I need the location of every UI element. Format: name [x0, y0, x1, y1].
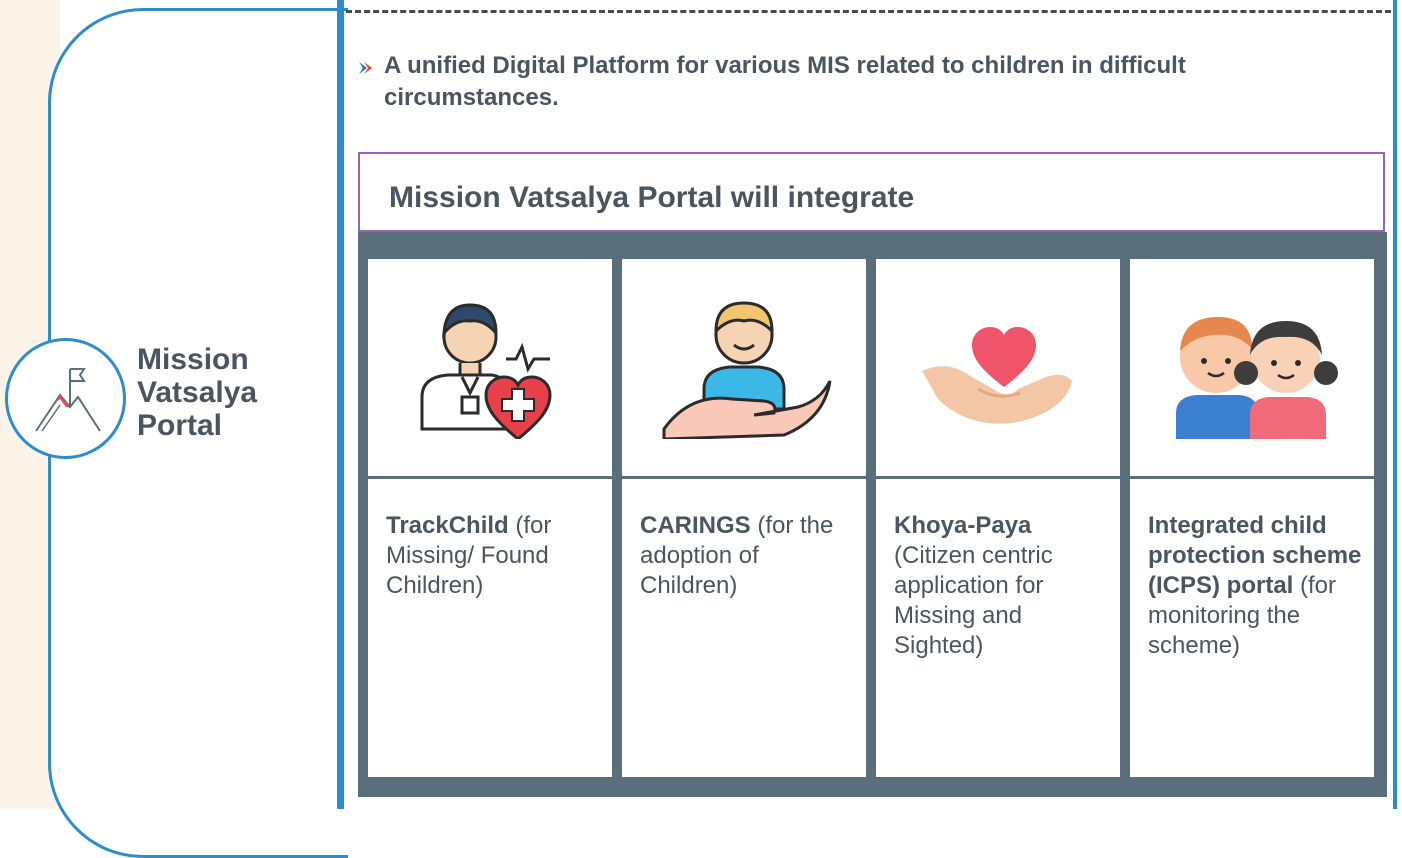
card-caption: Khoya-Paya (Citizen centric application …	[894, 511, 1109, 661]
portal-title-line: Vatsalya	[137, 376, 258, 409]
integration-grid: TrackChild (for Missing/ Found Children)…	[358, 232, 1387, 797]
card-description: (Citizen centric application for Missing…	[894, 542, 1053, 659]
card-caption: Integrated child protection scheme (ICPS…	[1148, 511, 1363, 661]
chevron-right-icon	[359, 62, 372, 74]
right-edge-border	[1393, 0, 1397, 809]
hand-holding-child-icon	[662, 301, 832, 439]
card-caption: CARINGS (for the adoption of Children)	[640, 511, 855, 601]
hand-holding-heart-icon	[922, 327, 1072, 424]
card-title: TrackChild	[386, 512, 509, 539]
panel-header: Mission Vatsalya Portal will integrate	[358, 152, 1385, 232]
card-caption: TrackChild (for Missing/ Found Children)	[386, 511, 601, 601]
dashed-separator	[346, 10, 1391, 13]
portal-title: Mission Vatsalya Portal	[137, 343, 317, 442]
card-icon-area	[368, 259, 612, 479]
card-icon-area	[876, 259, 1120, 479]
card-icps-portal: Integrated child protection scheme (ICPS…	[1130, 259, 1374, 777]
children-icon	[1176, 317, 1338, 439]
intro-text: A unified Digital Platform for various M…	[384, 52, 1186, 111]
card-title: CARINGS	[640, 512, 751, 539]
panel-heading: Mission Vatsalya Portal will integrate	[389, 181, 915, 214]
card-icon-area	[622, 259, 866, 479]
card-icon-area	[1130, 259, 1374, 479]
portal-title-line: Portal	[137, 409, 223, 442]
vertical-divider	[337, 0, 344, 809]
card-khoya-paya: Khoya-Paya (Citizen centric application …	[876, 259, 1120, 777]
card-carings: CARINGS (for the adoption of Children)	[622, 259, 866, 777]
doctor-heart-icon	[420, 303, 552, 439]
intro-bullet: A unified Digital Platform for various M…	[358, 50, 1358, 114]
portal-title-line: Mission	[137, 343, 249, 376]
card-trackchild: TrackChild (for Missing/ Found Children)	[368, 259, 612, 777]
card-title: Khoya-Paya	[894, 512, 1032, 539]
mountain-flag-icon	[5, 338, 126, 459]
